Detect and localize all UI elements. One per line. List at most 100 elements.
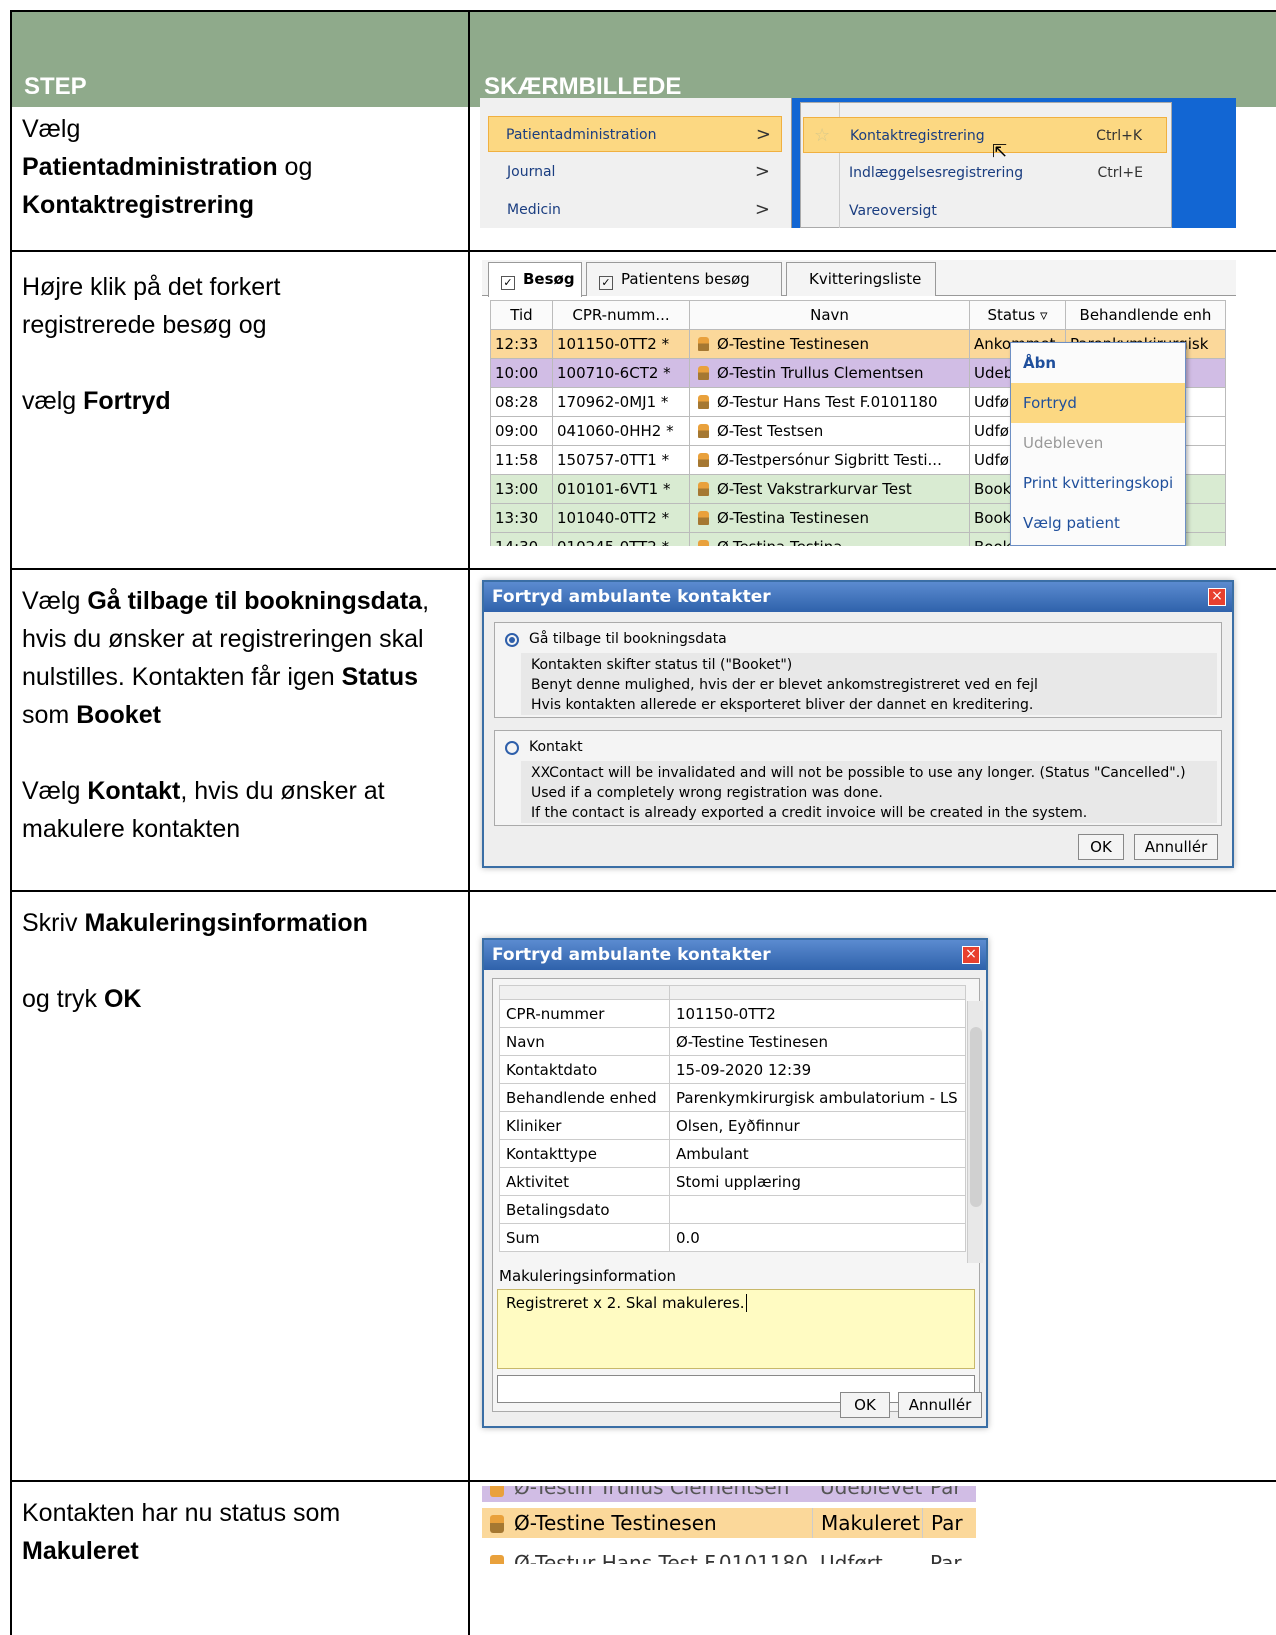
column-header-cpr[interactable]: CPR-numm... <box>552 300 690 330</box>
detail-row: Kliniker Olsen, Eyðfinnur <box>499 1111 966 1140</box>
close-icon[interactable]: × <box>962 946 980 964</box>
radio-label-ga-tilbage[interactable]: Gå tilbage til bookningsdata <box>529 631 727 647</box>
visits-screenshot: ✓ Besøg ✓ Patientens besøg Kvitteringslist… <box>482 260 1236 546</box>
ok-button[interactable]: OK <box>840 1392 890 1418</box>
row-divider-4 <box>10 1480 1276 1482</box>
context-item-udebleven: Udebleven <box>1023 434 1104 452</box>
column-header-tid[interactable]: Tid <box>490 300 553 330</box>
tab-besog[interactable]: ✓ Besøg <box>488 262 582 297</box>
menu-screenshot: Patientadministration > Journal > Medicin >… <box>480 98 1236 228</box>
result-row-selected[interactable]: Ø-Testine Testinesen Makuleret Par <box>482 1508 976 1538</box>
detail-row: CPR-nummer 101150-0TT2 <box>499 999 966 1028</box>
header-step-cell: STEP <box>10 10 468 107</box>
chevron-right-icon: > <box>755 124 771 145</box>
tab-kvitteringsliste[interactable]: Kvitteringsliste <box>786 262 936 296</box>
checkbox-icon: ✓ <box>599 276 613 290</box>
detail-row: Kontakttype Ambulant <box>499 1139 966 1168</box>
context-item-vaelg-patient[interactable]: Vælg patient <box>1011 503 1185 543</box>
detail-label: Betalingsdato <box>499 1195 670 1224</box>
step-3-text: Vælg Gå tilbage til bookningsdata, hvis … <box>22 587 430 843</box>
cell-navn: Ø-Test Testsen <box>689 416 970 446</box>
contact-details-table: CPR-nummer 101150-0TT2 Navn Ø-Testine Testi… <box>499 985 966 1252</box>
vertical-scrollbar[interactable] <box>967 1001 983 1263</box>
person-icon <box>698 540 709 546</box>
step-2-text: Højre klik på det forkert registrerede b… <box>22 273 281 415</box>
cancel-button[interactable]: Annullér <box>898 1392 982 1418</box>
detail-row: Navn Ø-Testine Testinesen <box>499 1027 966 1056</box>
menu-item-medicin[interactable]: Medicin > <box>490 192 780 228</box>
person-icon <box>698 337 709 351</box>
step-1-text: Vælg Patientadministration og Kontaktreg… <box>22 115 313 219</box>
undo-dialog-options: Fortryd ambulante kontakter × Gå tilbage… <box>482 580 1234 868</box>
detail-value: Ø-Testine Testinesen <box>669 1027 966 1056</box>
makulering-textarea[interactable]: Registreret x 2. Skal makuleres. <box>497 1289 975 1369</box>
column-header-enhed[interactable]: Behandlende enh <box>1065 300 1226 330</box>
submenu-item-kontaktregistrering[interactable]: ☆ Kontaktregistrering Ctrl+K ⇱ <box>803 117 1167 162</box>
scrollbar-thumb[interactable] <box>970 1027 982 1207</box>
checkbox-icon: ✓ <box>501 276 515 290</box>
submenu-item-vareoversigt[interactable]: Vareoversigt <box>803 193 1167 228</box>
tab-patientens-besog[interactable]: ✓ Patientens besøg <box>586 262 782 296</box>
detail-value: Olsen, Eyðfinnur <box>669 1111 966 1140</box>
radio-label-kontakt[interactable]: Kontakt <box>529 739 583 755</box>
detail-value: Stomi upplæring <box>669 1167 966 1196</box>
cell-navn: Ø-Testur Hans Test F.0101180 <box>689 387 970 417</box>
cell-navn: Ø-Testina Testina <box>689 532 970 546</box>
cell-cpr: 101040-0TT2 * <box>552 503 690 533</box>
column-header-status[interactable]: Status ▿ <box>969 300 1066 330</box>
header-screenshot-cell: SKÆRMBILLEDE <box>470 10 1276 107</box>
ok-button[interactable]: OK <box>1078 834 1124 860</box>
cell-navn: Ø-Test Vakstrarkurvar Test <box>689 474 970 504</box>
detail-label: Navn <box>499 1027 670 1056</box>
cancel-button[interactable]: Annullér <box>1134 834 1218 860</box>
menu-item-patientadministration[interactable]: Patientadministration > <box>488 116 782 152</box>
cell-navn: Ø-Testpersónur Sigbritt Testi... <box>689 445 970 475</box>
person-icon <box>698 395 709 409</box>
star-icon: ☆ <box>814 125 831 146</box>
close-icon[interactable]: × <box>1208 588 1226 606</box>
cell-tid: 08:28 <box>490 387 553 417</box>
detail-label: CPR-nummer <box>499 999 670 1028</box>
result-screenshot: Ø-Testin Trullus Clementsen Udeblevet Pa… <box>482 1486 976 1564</box>
chevron-right-icon: > <box>754 161 770 182</box>
detail-row: Sum 0.0 <box>499 1223 966 1252</box>
cell-tid: 13:30 <box>490 503 553 533</box>
text-cursor <box>745 1294 747 1312</box>
border-middle <box>468 10 470 1635</box>
context-item-abn[interactable]: Åbn <box>1011 343 1185 383</box>
cell-cpr: 041060-0HH2 * <box>552 416 690 446</box>
detail-value: Ambulant <box>669 1139 966 1168</box>
border-top <box>10 10 1276 12</box>
step-5-text: Kontakten har nu status som Makuleret <box>22 1499 341 1565</box>
main-menu: Patientadministration > Journal > Medicin > <box>480 98 792 228</box>
cell-tid: 10:00 <box>490 358 553 388</box>
option-group-kontakt: Kontakt XXContact will be invalidated an… <box>494 730 1222 826</box>
column-header-navn[interactable]: Navn <box>689 300 970 330</box>
detail-label: Kontakttype <box>499 1139 670 1168</box>
person-icon <box>698 366 709 380</box>
detail-label: Kontaktdato <box>499 1055 670 1084</box>
detail-label: Aktivitet <box>499 1167 670 1196</box>
cell-navn: Ø-Testine Testinesen <box>689 329 970 359</box>
makulering-label: Makuleringsinformation <box>499 1267 677 1285</box>
person-icon <box>698 453 709 467</box>
radio-kontakt[interactable] <box>505 741 519 755</box>
detail-row: Behandlende enhed Parenkymkirurgisk ambul… <box>499 1083 966 1112</box>
detail-value: 101150-0TT2 <box>669 999 966 1028</box>
cell-cpr: 010245-0TT2 * <box>552 532 690 546</box>
person-icon <box>698 424 709 438</box>
undo-dialog-cancellation: Fortryd ambulante kontakter × CPR-nummer… <box>482 938 988 1428</box>
detail-label: Sum <box>499 1223 670 1252</box>
person-icon <box>698 482 709 496</box>
detail-row: Kontaktdato 15-09-2020 12:39 <box>499 1055 966 1084</box>
context-item-fortryd[interactable]: Fortryd <box>1011 383 1185 423</box>
submenu-item-indlaeggelsesregistrering[interactable]: Indlæggelsesregistrering Ctrl+E <box>803 155 1167 191</box>
cell-cpr: 150757-0TT1 * <box>552 445 690 475</box>
header-step: STEP <box>24 73 87 100</box>
radio-ga-tilbage[interactable] <box>505 633 519 647</box>
cell-tid: 13:00 <box>490 474 553 504</box>
detail-label: Kliniker <box>499 1111 670 1140</box>
context-item-print-kvitteringskopi[interactable]: Print kvitteringskopi <box>1011 463 1185 503</box>
tab-bar: ✓ Besøg ✓ Patientens besøg Kvitteringslist… <box>482 260 1236 297</box>
menu-item-journal[interactable]: Journal > <box>490 154 780 190</box>
